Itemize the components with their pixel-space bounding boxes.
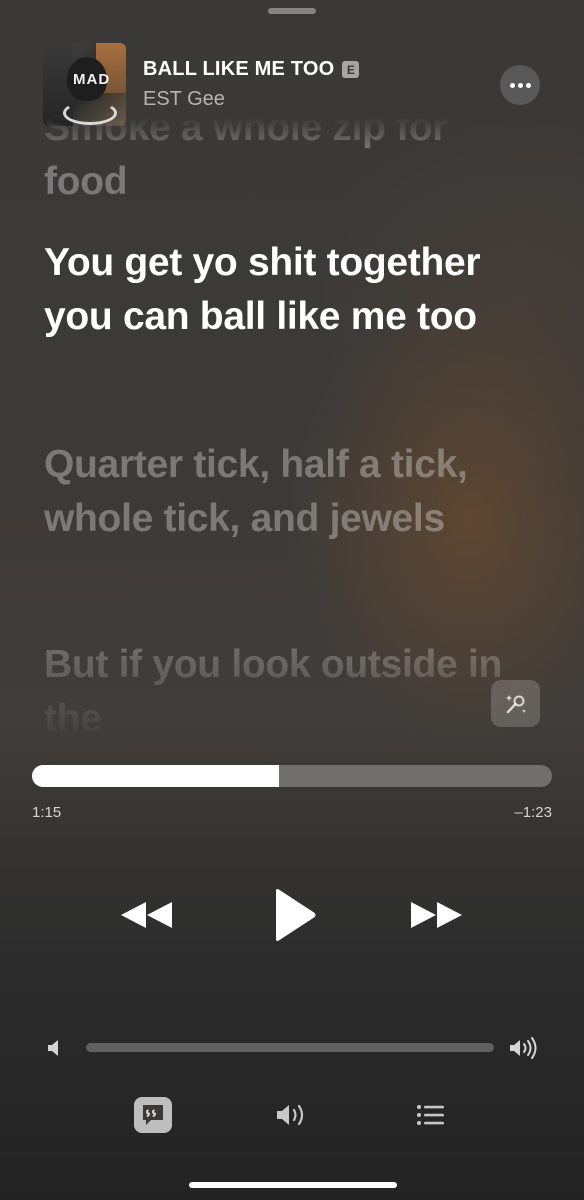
fast-forward-icon: [411, 902, 462, 928]
lyric-line-upcoming[interactable]: But if you look outside in the: [44, 638, 514, 740]
speaker-output-icon: [277, 1104, 304, 1126]
lyric-line-current[interactable]: You get yo shit together you can ball li…: [44, 236, 514, 344]
remaining-time: –1:23: [514, 804, 552, 821]
sing-mode-button[interactable]: [491, 680, 540, 727]
play-button[interactable]: [266, 885, 322, 945]
more-icon-dot: [517, 82, 523, 88]
rewind-button[interactable]: [114, 890, 178, 940]
more-icon-dot: [525, 82, 531, 88]
lyric-line-upcoming[interactable]: Quarter tick, half a tick, whole tick, a…: [44, 438, 514, 546]
lyric-line-past[interactable]: Smoke a whole zip for food: [44, 101, 514, 209]
lyrics-quote-icon: [143, 1105, 163, 1125]
playback-scrubber[interactable]: [32, 765, 552, 787]
lyrics-view[interactable]: Smoke a whole zip for food You get yo sh…: [44, 0, 514, 740]
playback-progress-fill: [32, 765, 279, 787]
fast-forward-button[interactable]: [405, 890, 469, 940]
queue-list-icon: [417, 1105, 444, 1125]
rewind-icon: [121, 902, 172, 928]
volume-slider[interactable]: [86, 1043, 494, 1052]
audio-output-button[interactable]: [271, 1095, 313, 1135]
volume-low-button[interactable]: [46, 1038, 64, 1058]
lyrics-toggle-button[interactable]: [132, 1095, 174, 1135]
play-icon: [276, 889, 316, 941]
volume-high-button[interactable]: [508, 1036, 540, 1060]
queue-button[interactable]: [410, 1095, 452, 1135]
speaker-low-icon: [48, 1040, 58, 1056]
elapsed-time: 1:15: [32, 804, 62, 821]
home-indicator[interactable]: [189, 1182, 397, 1188]
speaker-high-icon: [510, 1037, 537, 1059]
microphone-sparkle-icon: [505, 694, 526, 713]
